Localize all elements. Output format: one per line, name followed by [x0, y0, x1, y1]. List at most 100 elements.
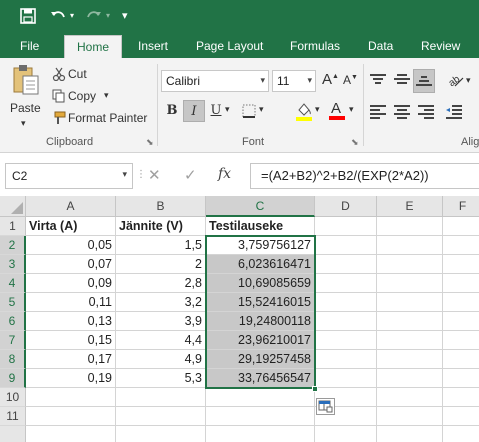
cell-e6[interactable]: [377, 312, 443, 331]
cell-a5[interactable]: 0,11: [26, 293, 116, 312]
cell-e2[interactable]: [377, 236, 443, 255]
top-align-icon[interactable]: [370, 74, 386, 88]
cell-a6[interactable]: 0,13: [26, 312, 116, 331]
cell-e4[interactable]: [377, 274, 443, 293]
tab-page-layout[interactable]: Page Layout: [196, 32, 263, 58]
font-color-icon[interactable]: A: [329, 100, 345, 120]
cell-e1[interactable]: [377, 217, 443, 236]
cell-d4[interactable]: [315, 274, 377, 293]
fill-color-icon[interactable]: [295, 101, 313, 124]
font-dialog-launcher-icon[interactable]: ⬊: [351, 137, 359, 148]
column-header-f[interactable]: F: [443, 196, 479, 217]
cell-f1[interactable]: [443, 217, 479, 236]
cell-b11[interactable]: [116, 407, 206, 426]
cell-b1[interactable]: Jännite (V): [116, 217, 206, 236]
copy-button[interactable]: Copy: [68, 89, 96, 103]
cell-c1[interactable]: Testilauseke: [206, 217, 315, 236]
cell-c5[interactable]: 15,52416015: [206, 293, 315, 312]
italic-button[interactable]: I: [183, 100, 205, 122]
font-color-dropdown-icon[interactable]: ▾: [349, 104, 354, 115]
cell-f12[interactable]: [443, 426, 479, 442]
cell-c7[interactable]: 23,96210017: [206, 331, 315, 350]
cell-e9[interactable]: [377, 369, 443, 388]
worksheet-grid[interactable]: A B C D E F 1 2 3 4 5 6 7 8 9 10 11 Virt…: [0, 196, 479, 442]
cell-b4[interactable]: 2,8: [116, 274, 206, 293]
fill-handle[interactable]: [312, 386, 318, 392]
select-all-corner[interactable]: [0, 196, 26, 217]
column-header-a[interactable]: A: [26, 196, 116, 217]
row-header-4[interactable]: 4: [0, 274, 26, 293]
cell-e7[interactable]: [377, 331, 443, 350]
row-header-6[interactable]: 6: [0, 312, 26, 331]
cell-f8[interactable]: [443, 350, 479, 369]
cell-b5[interactable]: 3,2: [116, 293, 206, 312]
bottom-align-button[interactable]: [413, 69, 435, 93]
borders-dropdown-icon[interactable]: ▾: [259, 104, 264, 115]
cell-f3[interactable]: [443, 255, 479, 274]
column-header-b[interactable]: B: [116, 196, 206, 217]
cell-a3[interactable]: 0,07: [26, 255, 116, 274]
customize-qat-icon[interactable]: ▾: [122, 0, 128, 32]
row-header-10[interactable]: 10: [0, 388, 26, 407]
orientation-dropdown-icon[interactable]: ▾: [466, 75, 471, 86]
cell-a7[interactable]: 0,15: [26, 331, 116, 350]
cell-f2[interactable]: [443, 236, 479, 255]
cell-d9[interactable]: [315, 369, 377, 388]
tab-file[interactable]: File: [20, 32, 39, 58]
align-right-icon[interactable]: [418, 105, 434, 119]
cell-f9[interactable]: [443, 369, 479, 388]
cell-a11[interactable]: [26, 407, 116, 426]
cell-b6[interactable]: 3,9: [116, 312, 206, 331]
row-header-7[interactable]: 7: [0, 331, 26, 350]
formula-input[interactable]: =(A2+B2)^2+B2/(EXP(2*A2)): [250, 163, 479, 189]
cell-f5[interactable]: [443, 293, 479, 312]
cell-b12[interactable]: [116, 426, 206, 442]
cut-button[interactable]: Cut: [68, 67, 87, 81]
redo-icon[interactable]: [86, 0, 102, 35]
font-name-dropdown[interactable]: Calibri ▾: [161, 70, 269, 92]
borders-icon[interactable]: [242, 104, 256, 121]
undo-icon[interactable]: [50, 0, 66, 35]
cell-e5[interactable]: [377, 293, 443, 312]
cell-f7[interactable]: [443, 331, 479, 350]
column-header-e[interactable]: E: [377, 196, 443, 217]
cell-a4[interactable]: 0,09: [26, 274, 116, 293]
cell-c4[interactable]: 10,69085659: [206, 274, 315, 293]
middle-align-icon[interactable]: [394, 74, 410, 88]
cell-b10[interactable]: [116, 388, 206, 407]
row-header-3[interactable]: 3: [0, 255, 26, 274]
tab-home[interactable]: Home: [64, 35, 123, 58]
row-header-2[interactable]: 2: [0, 236, 26, 255]
row-header-11[interactable]: 11: [0, 407, 26, 426]
enter-icon[interactable]: ✓: [184, 166, 197, 184]
row-header-9[interactable]: 9: [0, 369, 26, 388]
cell-b3[interactable]: 2: [116, 255, 206, 274]
orientation-icon[interactable]: ab: [447, 72, 464, 91]
cell-b8[interactable]: 4,9: [116, 350, 206, 369]
cell-a10[interactable]: [26, 388, 116, 407]
cell-d6[interactable]: [315, 312, 377, 331]
cell-c3[interactable]: 6,023616471: [206, 255, 315, 274]
cell-c6[interactable]: 19,24800118: [206, 312, 315, 331]
undo-dropdown-icon[interactable]: ▾: [70, 0, 74, 32]
cell-e3[interactable]: [377, 255, 443, 274]
column-header-d[interactable]: D: [315, 196, 377, 217]
cell-c11[interactable]: [206, 407, 315, 426]
tab-insert[interactable]: Insert: [138, 32, 168, 58]
row-header-5[interactable]: 5: [0, 293, 26, 312]
cell-c10[interactable]: [206, 388, 315, 407]
cell-e11[interactable]: [377, 407, 443, 426]
increase-font-size-icon[interactable]: A▲: [322, 71, 339, 88]
copy-dropdown-icon[interactable]: ▾: [104, 90, 109, 101]
row-header-1[interactable]: 1: [0, 217, 26, 236]
cell-d12[interactable]: [315, 426, 377, 442]
cancel-icon[interactable]: ✕: [148, 166, 161, 184]
cell-b9[interactable]: 5,3: [116, 369, 206, 388]
decrease-font-size-icon[interactable]: A▼: [343, 73, 358, 87]
cell-d1[interactable]: [315, 217, 377, 236]
bold-button[interactable]: B: [161, 100, 183, 122]
cell-d8[interactable]: [315, 350, 377, 369]
cell-b2[interactable]: 1,5: [116, 236, 206, 255]
tab-formulas[interactable]: Formulas: [290, 32, 340, 58]
save-icon[interactable]: [20, 0, 36, 36]
